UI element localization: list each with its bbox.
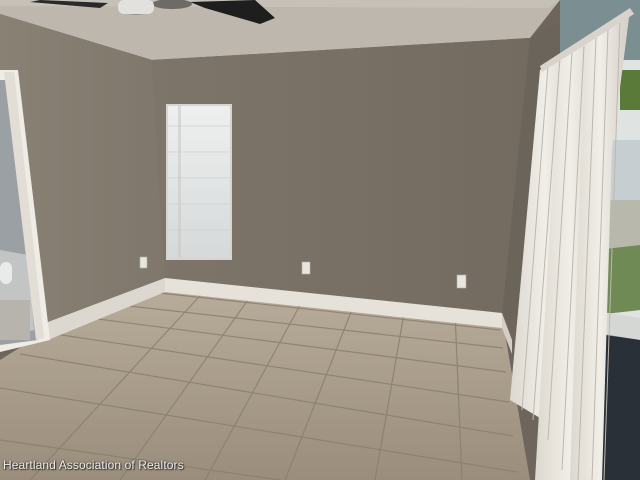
outlet-icon	[139, 256, 148, 269]
outlet-icon	[301, 261, 311, 275]
photo-watermark: Heartland Association of Realtors	[3, 458, 184, 472]
room-illustration	[0, 0, 640, 480]
outlet-icon	[456, 274, 467, 289]
window	[166, 104, 232, 260]
room-photo: Heartland Association of Realtors	[0, 0, 640, 480]
